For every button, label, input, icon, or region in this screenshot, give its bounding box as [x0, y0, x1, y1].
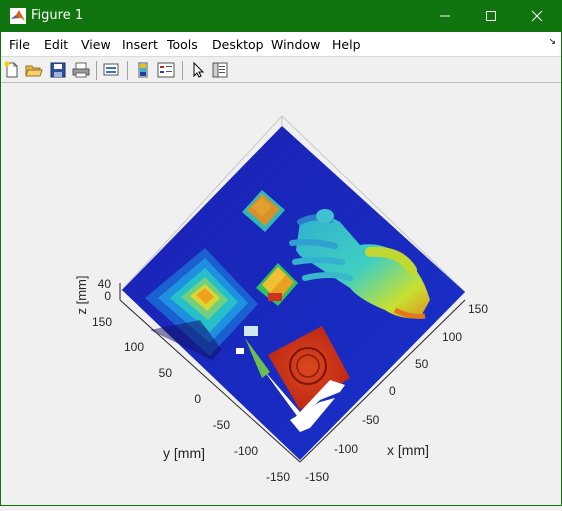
close-button[interactable]: [514, 0, 560, 32]
menu-insert[interactable]: Insert: [122, 37, 158, 52]
y-tick-label: 0: [194, 392, 201, 406]
menu-bar: File Edit View Insert Tools Desktop Wind…: [0, 32, 562, 56]
x-tick-label: 0: [389, 384, 396, 398]
matlab-icon: [10, 8, 26, 24]
x-tick-label: -100: [334, 442, 358, 456]
toolbar-separator: [182, 61, 183, 80]
menu-view[interactable]: View: [81, 37, 111, 52]
z-tick-label: 0: [104, 289, 111, 303]
property-inspector-icon[interactable]: [211, 61, 229, 79]
link-plot-icon[interactable]: [102, 61, 120, 79]
x-tick-label: -50: [362, 413, 380, 427]
print-icon[interactable]: [72, 61, 90, 79]
y-tick-label: -50: [213, 418, 231, 432]
minimize-icon: [440, 15, 450, 17]
3d-surface-plot[interactable]: 40 0 z [mm] 150 100 50 0 -50 -100 -150 y…: [0, 84, 562, 506]
y-tick-label: 50: [159, 366, 173, 380]
insert-legend-icon[interactable]: [157, 61, 175, 79]
menu-help[interactable]: Help: [332, 37, 361, 52]
x-tick-label: 150: [468, 302, 488, 316]
x-tick-label: -150: [305, 470, 329, 484]
menu-window[interactable]: Window: [271, 37, 320, 52]
z-axis-label: z [mm]: [74, 276, 89, 315]
x-tick-label: 50: [415, 357, 429, 371]
dock-arrow-icon[interactable]: ↘: [548, 37, 556, 47]
toolbar-separator: [96, 61, 97, 80]
save-icon[interactable]: [49, 61, 67, 79]
y-tick-label: -100: [234, 444, 258, 458]
x-axis-label: x [mm]: [387, 442, 429, 458]
toolbar-separator: [127, 61, 128, 80]
y-tick-label: -150: [266, 470, 290, 484]
menu-file[interactable]: File: [9, 37, 30, 52]
x-tick-label: 100: [442, 330, 462, 344]
figure-canvas: 40 0 z [mm] 150 100 50 0 -50 -100 -150 y…: [0, 84, 562, 506]
window-title: Figure 1: [31, 8, 84, 23]
maximize-button[interactable]: [468, 0, 514, 32]
y-axis-label: y [mm]: [163, 445, 205, 461]
y-tick-label: 150: [92, 315, 112, 329]
close-icon: [531, 10, 543, 22]
insert-colorbar-icon[interactable]: [134, 61, 152, 79]
open-file-icon[interactable]: [25, 61, 43, 79]
edit-plot-arrow-icon[interactable]: [189, 61, 207, 79]
menu-desktop[interactable]: Desktop: [212, 37, 264, 52]
menu-tools[interactable]: Tools: [167, 37, 198, 52]
toolbar: [0, 56, 562, 83]
minimize-button[interactable]: [422, 0, 468, 32]
new-figure-icon[interactable]: [3, 61, 21, 79]
title-bar: Figure 1: [0, 0, 562, 32]
y-tick-label: 100: [124, 340, 144, 354]
z-axis: 40 0 z [mm]: [74, 276, 111, 315]
menu-edit[interactable]: Edit: [44, 37, 68, 52]
maximize-icon: [486, 11, 496, 21]
